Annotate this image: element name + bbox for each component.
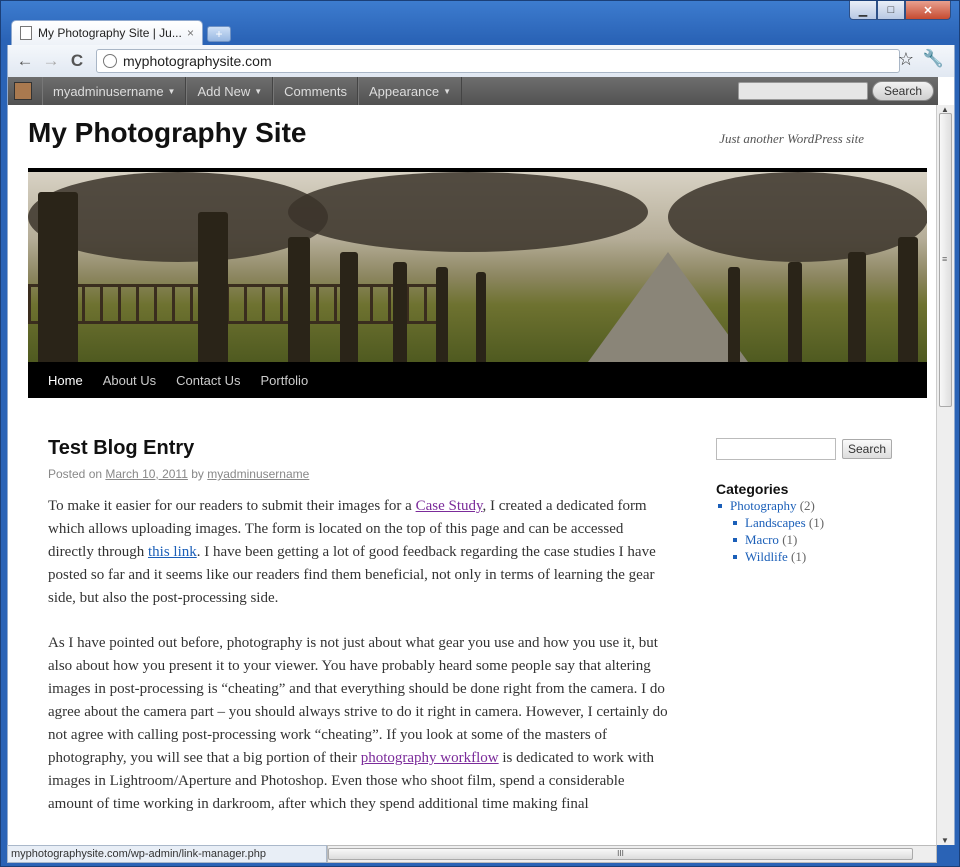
address-bar[interactable]: myphotographysite.com — [96, 49, 900, 73]
admin-menu-add-new[interactable]: Add New ▼ — [186, 77, 274, 105]
nav-contact-us[interactable]: Contact Us — [166, 373, 250, 388]
admin-menu-user[interactable]: myadminusername ▼ — [42, 77, 187, 105]
maximize-button[interactable]: □ — [877, 1, 905, 20]
meta-by-label: by — [191, 467, 204, 481]
admin-menu-label: Add New — [197, 83, 251, 99]
grip-icon: ≡ — [942, 254, 948, 264]
page-viewport: myadminusername ▼ Add New ▼ Comments App… — [7, 77, 955, 845]
minimize-button[interactable]: ▁ — [849, 1, 877, 20]
category-link-landscapes[interactable]: Landscapes — [745, 515, 806, 530]
site-title[interactable]: My Photography Site — [28, 117, 306, 149]
sidebar-search-button[interactable]: Search — [842, 439, 892, 459]
header-photo-tree — [288, 237, 310, 362]
site-tagline: Just another WordPress site — [719, 131, 864, 146]
header-photo-road — [588, 252, 748, 362]
grip-icon: III — [617, 849, 624, 858]
category-item: Macro (1) — [731, 531, 824, 548]
category-count: (1) — [782, 532, 798, 547]
wrench-icon[interactable]: 🔧 — [923, 49, 944, 69]
admin-menu-label: Comments — [284, 83, 347, 99]
post-meta: Posted on March 10, 2011 by myadminusern… — [48, 467, 309, 481]
tab-title: My Photography Site | Ju... — [38, 26, 181, 40]
url-text: myphotographysite.com — [123, 53, 272, 69]
back-icon[interactable]: ← — [14, 51, 36, 71]
bookmark-star-icon[interactable]: ☆ — [898, 49, 914, 70]
nav-about-us[interactable]: About Us — [93, 373, 166, 388]
scrollbar-thumb[interactable]: ≡ — [939, 113, 952, 407]
nav-home[interactable]: Home — [38, 373, 93, 388]
window-controls: ▁ □ ✕ — [849, 1, 951, 20]
horizontal-scrollbar[interactable]: III — [327, 845, 937, 863]
admin-menu-appearance[interactable]: Appearance ▼ — [358, 77, 463, 105]
post-content: To make it easier for our readers to sub… — [48, 495, 668, 838]
header-photo-tree — [198, 212, 228, 362]
header-photo-tree — [788, 262, 802, 362]
category-item: Photography (2) — [716, 497, 824, 514]
photography-workflow-link[interactable]: photography workflow — [361, 750, 499, 766]
vertical-scrollbar[interactable]: ▲ ≡ ▼ — [936, 105, 954, 845]
admin-menu-comments[interactable]: Comments — [273, 77, 358, 105]
browser-toolbar: ← → C myphotographysite.com ☆ 🔧 — [7, 45, 955, 77]
caret-down-icon: ▼ — [443, 86, 452, 96]
caret-down-icon: ▼ — [254, 86, 263, 96]
globe-icon — [103, 54, 117, 68]
category-count: (1) — [808, 515, 825, 530]
post-title[interactable]: Test Blog Entry — [48, 437, 194, 460]
header-photo-tree — [728, 267, 740, 362]
header-photo-canopy — [668, 172, 927, 262]
header-image — [28, 168, 927, 362]
header-photo-tree — [38, 192, 78, 362]
browser-window: ▁ □ ✕ My Photography Site | Ju... × + ← … — [0, 0, 960, 867]
this-link-link[interactable]: this link — [148, 544, 197, 560]
header-photo-canopy — [288, 172, 648, 252]
paragraph-text: To make it easier for our readers to sub… — [48, 498, 416, 514]
category-link-photography[interactable]: Photography — [730, 498, 796, 513]
admin-menu-label: myadminusername — [53, 83, 164, 99]
close-button[interactable]: ✕ — [905, 1, 951, 20]
categories-heading: Categories — [716, 481, 789, 497]
header-photo-tree — [476, 272, 486, 362]
category-count: (2) — [799, 498, 815, 513]
category-item: Landscapes (1) — [731, 514, 824, 531]
reload-icon[interactable]: C — [66, 51, 88, 71]
status-url: myphotographysite.com/wp-admin/link-mana… — [11, 848, 266, 860]
paragraph-text: As I have pointed out before, photograph… — [48, 635, 668, 766]
header-photo-tree — [340, 252, 358, 362]
wp-admin-bar: myadminusername ▼ Add New ▼ Comments App… — [8, 77, 938, 105]
header-photo-tree — [898, 237, 918, 362]
avatar[interactable] — [14, 82, 32, 100]
meta-posted-label: Posted on — [48, 467, 103, 481]
header-photo-tree — [848, 252, 866, 362]
post-paragraph: As I have pointed out before, photograph… — [48, 632, 668, 816]
category-link-macro[interactable]: Macro — [745, 532, 779, 547]
category-link-wildlife[interactable]: Wildlife — [745, 549, 788, 564]
scrollbar-thumb[interactable]: III — [328, 848, 913, 860]
header-photo-tree — [436, 267, 448, 362]
post-paragraph: To make it easier for our readers to sub… — [48, 495, 668, 610]
admin-search-input[interactable] — [738, 82, 868, 100]
status-bar: myphotographysite.com/wp-admin/link-mana… — [7, 845, 327, 863]
nav-portfolio[interactable]: Portfolio — [250, 373, 318, 388]
post-author-link[interactable]: myadminusername — [207, 467, 309, 481]
browser-tab[interactable]: My Photography Site | Ju... × — [11, 20, 203, 45]
category-item: Wildlife (1) — [731, 548, 824, 565]
site-navigation: Home About Us Contact Us Portfolio — [28, 362, 927, 398]
new-tab-button[interactable]: + — [207, 26, 231, 42]
admin-search-button[interactable]: Search — [872, 81, 934, 101]
post-date-link[interactable]: March 10, 2011 — [105, 467, 188, 481]
case-study-link[interactable]: Case Study — [416, 498, 483, 514]
category-count: (1) — [791, 549, 807, 564]
header-photo-tree — [393, 262, 407, 362]
scroll-down-icon[interactable]: ▼ — [941, 836, 949, 845]
header-photo-fence — [28, 284, 448, 324]
page-icon — [20, 26, 32, 40]
tab-close-icon[interactable]: × — [187, 26, 194, 40]
categories-list: Photography (2) Landscapes (1) Macro (1)… — [716, 497, 824, 565]
caret-down-icon: ▼ — [167, 86, 176, 96]
forward-icon[interactable]: → — [40, 51, 62, 71]
sidebar-search-input[interactable] — [716, 438, 836, 460]
admin-menu-label: Appearance — [369, 83, 440, 99]
